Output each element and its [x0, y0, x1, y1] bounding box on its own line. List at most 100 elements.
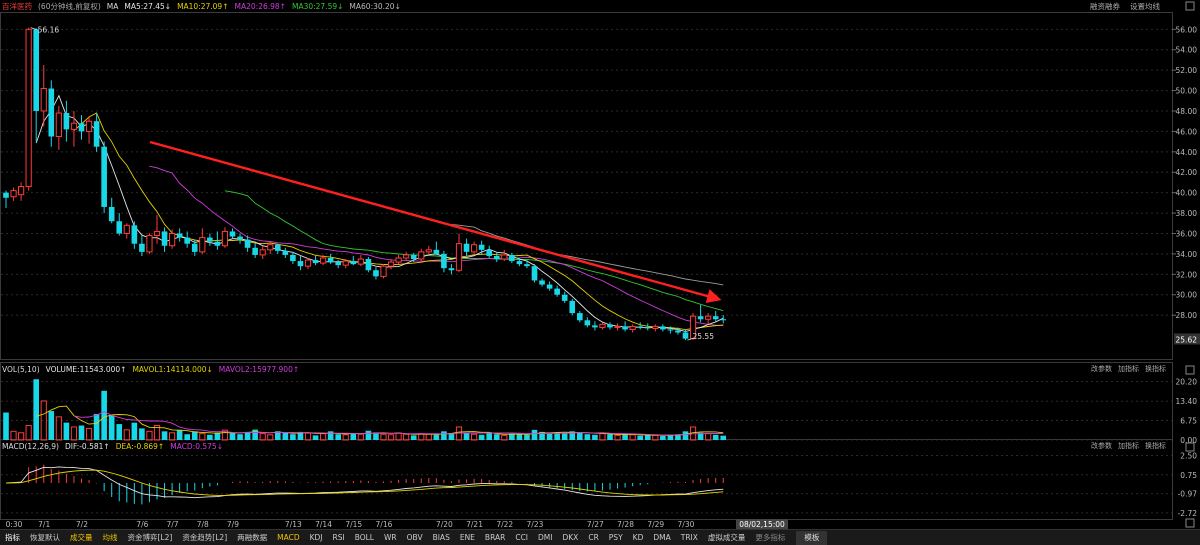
volume-bar [637, 435, 643, 440]
candle-body [214, 241, 221, 246]
ma5-line [35, 94, 724, 332]
candle-body [259, 249, 266, 256]
macd-pane-links: 改参数 加指标 换指标 [1091, 440, 1166, 452]
tab-24[interactable]: 虚拟成交量 [703, 531, 751, 545]
candle-body [697, 316, 704, 320]
candle-body [116, 221, 123, 234]
volume-bar [304, 432, 312, 441]
tab-8[interactable]: KDJ [305, 531, 328, 545]
candle-body [403, 254, 410, 259]
tab-13[interactable]: BIAS [428, 531, 455, 545]
chart-canvas[interactable]: 56.00 54.00 52.00 50.00 48.00 46.00 44.00 42.00… [0, 0, 1200, 544]
scroll-right-icon[interactable] [1185, 518, 1195, 528]
x-axis-label: 7/8 [197, 520, 209, 529]
macd-add-indicator[interactable]: 加指标 [1118, 441, 1139, 451]
volume-bar [395, 432, 402, 441]
candle-body [712, 316, 719, 320]
macd-tick-label: 2.50 [1180, 452, 1197, 461]
tab-20[interactable]: PSY [604, 531, 628, 545]
current-price-label: 25.62 [1176, 335, 1198, 344]
candle-body [146, 235, 153, 253]
tab-26[interactable]: 模板 [796, 530, 828, 545]
candle-body [516, 261, 523, 265]
candle-body [335, 262, 341, 266]
candle-body [554, 288, 560, 295]
tab-3[interactable]: 均线 [98, 531, 123, 545]
tab-0[interactable]: 指标 [0, 531, 25, 545]
cursor-time-label: 08/02,15:00 [739, 520, 785, 529]
tab-21[interactable]: KD [628, 531, 649, 545]
x-axis-label: 7/23 [527, 520, 544, 529]
ma20-value: MA20:26.98↑ [234, 1, 286, 11]
candle-body [101, 146, 107, 207]
volume-bar [18, 432, 25, 441]
mavol1-value: MAVOL1:14114.000↓ [132, 364, 213, 374]
volume-bar [592, 434, 598, 440]
candle-body [660, 326, 666, 330]
volume-bar [712, 434, 719, 440]
margin-trading-link[interactable]: 融资融券 [1090, 1, 1120, 12]
candle-body [85, 120, 93, 132]
tab-9[interactable]: RSI [328, 531, 350, 545]
candle-body [252, 247, 258, 255]
candle-body [425, 249, 432, 253]
candle-body [10, 190, 17, 198]
ma5-value: MA5:27.45↓ [124, 1, 172, 11]
volume-bar [244, 431, 251, 440]
candle-body [569, 300, 576, 314]
tab-25[interactable]: 更多指标 [750, 531, 790, 545]
volume-panel-toggle-icon[interactable] [1185, 365, 1195, 375]
tab-23[interactable]: TRIX [676, 531, 703, 545]
vol-name[interactable]: VOL(5,10) [2, 365, 40, 374]
tab-18[interactable]: DKX [557, 531, 583, 545]
tab-12[interactable]: OBV [402, 531, 428, 545]
candle-body [327, 257, 334, 263]
price-tick-label: 30.00 [1176, 291, 1198, 300]
tab-11[interactable]: WR [379, 531, 402, 545]
price-tick-label: 40.00 [1176, 189, 1198, 198]
tab-4[interactable]: 资金博弈[L2] [123, 531, 178, 545]
tab-19[interactable]: CR [583, 531, 603, 545]
candle-body [478, 244, 485, 250]
volume-bar [486, 433, 492, 440]
candle-body [637, 326, 643, 328]
tab-15[interactable]: BRAR [480, 531, 510, 545]
volume-tick-label: 6.75 [1180, 416, 1197, 425]
volume-bar [531, 429, 538, 440]
tab-16[interactable]: CCI [510, 531, 533, 545]
volume-bar [237, 434, 243, 440]
volume-bar [176, 429, 183, 440]
volume-bar [524, 434, 530, 440]
candle-body [25, 28, 32, 188]
volume-bar [478, 434, 485, 440]
tab-6[interactable]: 两融数据 [232, 531, 272, 545]
candle-body [592, 325, 598, 328]
vol-add-indicator[interactable]: 加指标 [1118, 364, 1139, 374]
ma-label[interactable]: MA [107, 2, 119, 11]
panel-toggle-icon[interactable] [1185, 1, 1195, 11]
tab-14[interactable]: ENE [455, 531, 480, 545]
candle-body [509, 254, 515, 262]
price-tick-label: 46.00 [1176, 127, 1198, 136]
low-price-label: 25.55 [693, 332, 715, 341]
candle-body [207, 237, 213, 242]
candle-body [584, 320, 591, 326]
tab-22[interactable]: DMA [648, 531, 675, 545]
stock-name[interactable]: 百洋医药 [2, 1, 32, 12]
tab-17[interactable]: DMI [533, 531, 557, 545]
tab-10[interactable]: BOLL [350, 531, 379, 545]
volume-bar [101, 390, 107, 440]
macd-name[interactable]: MACD(12,26,9) [2, 442, 59, 451]
tab-1[interactable]: 恢复默认 [25, 531, 65, 545]
tab-7[interactable]: MACD [272, 531, 304, 545]
macd-switch-indicator[interactable]: 换指标 [1145, 441, 1166, 451]
tab-5[interactable]: 资金趋势[L2] [177, 531, 232, 545]
macd-change-params[interactable]: 改参数 [1091, 441, 1112, 451]
vol-change-params[interactable]: 改参数 [1091, 364, 1112, 374]
set-ma-link[interactable]: 设置均线 [1130, 1, 1160, 12]
price-tick-label: 52.00 [1176, 66, 1198, 75]
tab-2[interactable]: 成交量 [65, 531, 98, 545]
volume-bar [463, 432, 470, 440]
x-axis-label: 0:30 [6, 520, 23, 529]
vol-switch-indicator[interactable]: 换指标 [1145, 364, 1166, 374]
